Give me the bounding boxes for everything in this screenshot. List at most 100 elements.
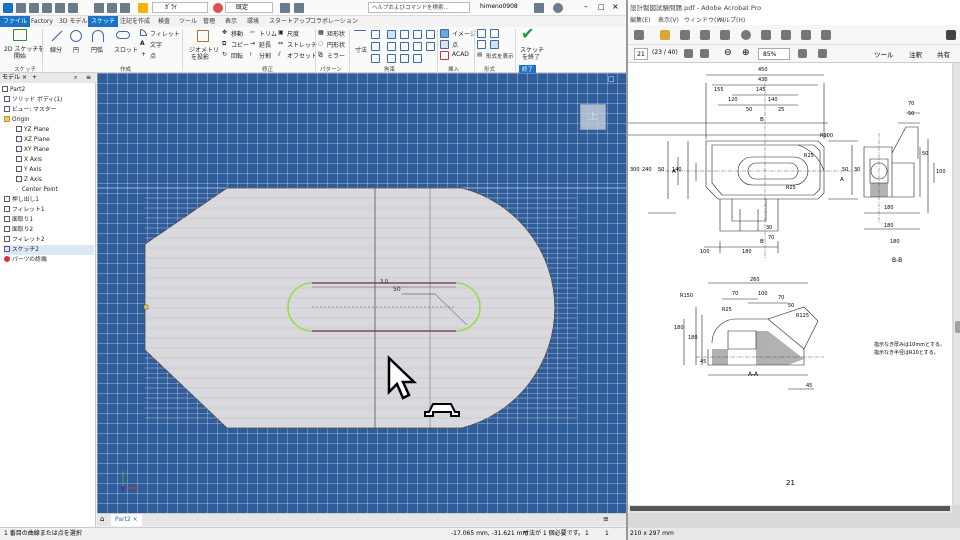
move-button[interactable]: 移動 (231, 29, 243, 38)
minimize-icon[interactable]: – (584, 3, 588, 11)
rotate-icon[interactable]: ↻ (222, 51, 227, 58)
horizontal-icon[interactable] (387, 42, 396, 51)
fillet-button[interactable]: フィレット (150, 29, 180, 38)
tab-manage[interactable]: 管理 (200, 16, 218, 27)
browser-title[interactable]: モデル (2, 74, 20, 81)
dimension-3[interactable]: 3.0 (380, 279, 388, 285)
insert-image-button[interactable]: イメージ (452, 29, 476, 38)
home-tab-icon[interactable]: ⌂ (100, 515, 104, 523)
tree-item-fillet2[interactable]: フィレット2 (4, 235, 45, 245)
maximize-icon[interactable]: □ (598, 3, 605, 11)
cart-icon[interactable] (534, 3, 544, 13)
page-number-input[interactable]: 21 (634, 48, 648, 60)
color-icon[interactable] (213, 3, 223, 13)
tab-view[interactable]: 表示 (222, 16, 240, 27)
dimension-button[interactable]: 寸法 (355, 45, 367, 54)
perpendicular-icon[interactable] (371, 42, 380, 51)
browser-search-icon[interactable]: ⌕ (74, 73, 77, 83)
tree-item-xz-plane[interactable]: XZ Plane (16, 135, 50, 145)
scale-icon[interactable]: ▣ (278, 29, 284, 36)
tree-item-chamfer2[interactable]: 面取り2 (4, 225, 33, 235)
mirror-button[interactable]: ミラー (327, 51, 345, 60)
dimension-50[interactable]: 50 (393, 286, 401, 293)
tree-item-part[interactable]: Part2 (2, 85, 25, 95)
construction-icon[interactable] (477, 29, 486, 38)
project-icon[interactable] (138, 3, 148, 13)
rotate-button[interactable]: 回転 (231, 51, 243, 60)
points-icon[interactable] (440, 40, 449, 49)
copy-button[interactable]: コピー (231, 40, 249, 49)
fillet-icon[interactable] (140, 29, 147, 36)
export-icon[interactable] (801, 30, 811, 40)
new-icon[interactable] (16, 3, 26, 13)
point-icon[interactable]: + (141, 51, 146, 58)
tree-item-end-of-part[interactable]: パーツの終端 (4, 255, 47, 265)
comment-icon[interactable] (761, 30, 771, 40)
close-icon[interactable]: × (612, 2, 619, 12)
tree-item-extrude1[interactable]: 押し出し1 (4, 195, 39, 205)
split-icon[interactable]: ⟊ (250, 51, 252, 59)
help-search-input[interactable]: ヘルプおよびコマンドを検索... (368, 2, 470, 13)
menu-view[interactable]: 表示(V) (658, 16, 679, 25)
trim-icon[interactable]: ✂ (250, 29, 255, 36)
tab-factory[interactable]: Factory (28, 16, 56, 27)
tree-item-chamfer1[interactable]: 面取り1 (4, 215, 33, 225)
home-icon[interactable] (94, 3, 104, 13)
extend-button[interactable]: 延長 (259, 40, 271, 49)
acad-icon[interactable] (440, 51, 449, 60)
sign-icon[interactable] (821, 30, 831, 40)
open-folder-icon[interactable] (660, 30, 670, 40)
tree-item-sketch2[interactable]: スケッチ2 (4, 245, 94, 255)
tree-item-solid-bodies[interactable]: ソリッド ボディ(1) (4, 95, 62, 105)
tree-item-x-axis[interactable]: X Axis (16, 155, 42, 165)
mirror-icon[interactable]: ⧎ (318, 51, 323, 58)
menu-help[interactable]: ヘルプ(H) (718, 16, 745, 25)
browser-add-icon[interactable]: + (32, 73, 37, 83)
vertical-icon[interactable] (400, 42, 409, 51)
show-constraints-icon[interactable] (400, 54, 409, 63)
pdf-scrollbar[interactable] (954, 63, 960, 505)
fix-icon[interactable] (413, 30, 422, 39)
parallel-icon[interactable] (426, 30, 435, 39)
scale-button[interactable]: 尺度 (287, 29, 299, 38)
redo-icon[interactable] (68, 3, 78, 13)
offset-button[interactable]: オフセット (287, 51, 317, 60)
style-dropdown[interactable]: 既定 (225, 2, 273, 13)
app-icon[interactable] (3, 3, 13, 13)
circ-pattern-icon[interactable]: ◌ (318, 40, 323, 47)
arc-button[interactable]: 円弧 (91, 45, 103, 54)
doc-tabs-menu-icon[interactable]: ≡ (603, 515, 609, 523)
circle-button[interactable]: 円 (73, 45, 79, 54)
trim-button[interactable]: トリム (259, 29, 277, 38)
settings-icon[interactable] (741, 30, 751, 40)
doc-tab-part2[interactable]: Part2 × (111, 514, 142, 526)
slot-icon[interactable] (116, 31, 130, 39)
line-icon[interactable] (51, 30, 63, 42)
split-button[interactable]: 分割 (259, 51, 271, 60)
tangent-icon[interactable] (413, 42, 422, 51)
email-icon[interactable] (720, 30, 730, 40)
open-icon[interactable] (29, 3, 39, 13)
stretch-icon[interactable]: ⇔ (278, 40, 283, 47)
center-point-icon[interactable] (477, 40, 486, 49)
formula-icon[interactable] (280, 3, 290, 13)
line-button[interactable]: 線分 (50, 45, 62, 54)
point-button[interactable]: 点 (150, 51, 156, 60)
expand-icon[interactable] (946, 30, 956, 40)
user-name[interactable]: himeno0908 (480, 3, 518, 10)
arc-icon[interactable] (92, 30, 104, 42)
help-icon[interactable] (553, 3, 563, 13)
project-geometry-icon[interactable] (197, 30, 209, 42)
collinear-icon[interactable] (387, 30, 396, 39)
viewcube[interactable]: 上 (580, 104, 606, 130)
circle-icon[interactable] (70, 30, 82, 42)
zoom-dropdown[interactable]: 85% (758, 48, 790, 60)
tab-file[interactable]: ファイル (0, 16, 31, 27)
tab-3d-model[interactable]: 3D モデル (56, 16, 90, 27)
start-2d-sketch-icon[interactable] (13, 29, 27, 41)
offset-icon[interactable]: ⫽ (278, 51, 281, 59)
hand-tool-icon[interactable] (700, 49, 709, 58)
rect-pattern-icon[interactable]: ▦ (318, 29, 324, 36)
pdf-hscrollbar[interactable] (628, 505, 952, 513)
tab-tools[interactable]: ツール (176, 16, 200, 27)
